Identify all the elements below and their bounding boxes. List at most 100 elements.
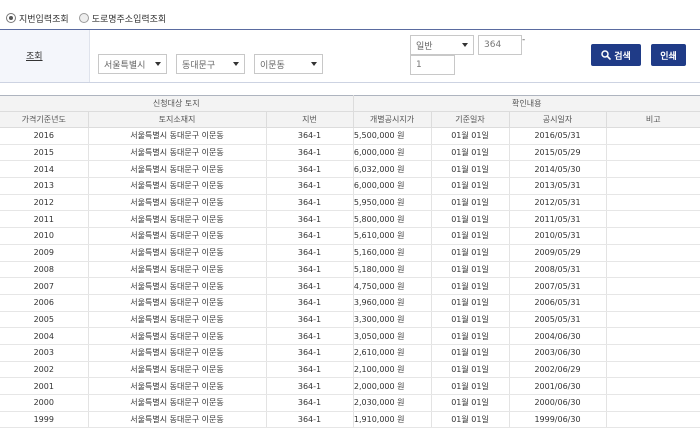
group-header-row: 신청대상 토지 확인내용	[0, 95, 700, 112]
sido-select[interactable]: 서울특별시	[98, 54, 167, 74]
cell-lot-number: 364-1	[266, 127, 354, 145]
table-row: 2006 서울특별시 동대문구 이문동 364-1 3,960,000 원 01월 01…	[0, 294, 700, 312]
result-table: 신청대상 토지 확인내용 가격기준년도 토지소재지 지번 개별공시지가 기준일자…	[0, 95, 700, 429]
cell-official-price: 2,030,000 원	[353, 394, 432, 412]
chevron-down-icon	[462, 43, 468, 47]
cell-base-date: 01월 01일	[431, 394, 510, 412]
cell-base-date: 01월 01일	[431, 160, 510, 179]
table-row: 2003 서울특별시 동대문구 이문동 364-1 2,610,000 원 01월 01…	[0, 344, 700, 362]
search-label: 조회	[26, 52, 43, 62]
cell-announce-date: 2014/05/30	[509, 160, 607, 179]
cell-lot-number: 364-1	[266, 244, 354, 262]
cell-lot-number: 364-1	[266, 411, 354, 429]
table-row: 2012 서울특별시 동대문구 이문동 364-1 5,950,000 원 01월 01…	[0, 194, 700, 212]
cell-official-price: 3,050,000 원	[353, 327, 432, 345]
radio-road-address-label[interactable]: 도로명주소입력조회	[92, 12, 167, 25]
cell-remarks	[606, 394, 700, 412]
cell-base-date: 01월 01일	[431, 244, 510, 262]
cell-remarks	[606, 194, 700, 212]
cell-remarks	[606, 144, 700, 162]
cell-base-date: 01월 01일	[431, 361, 510, 379]
cell-lot-number: 364-1	[266, 277, 354, 295]
land-type-select[interactable]: 일반	[410, 35, 474, 55]
cell-remarks	[606, 361, 700, 379]
cell-remarks	[606, 210, 700, 229]
radio-option-jibun[interactable]: 지번입력조회	[6, 12, 69, 25]
radio-jibun-label[interactable]: 지번입력조회	[19, 12, 69, 25]
cell-official-price: 2,000,000 원	[353, 377, 432, 395]
cell-announce-date: 2010/05/31	[509, 227, 607, 245]
cell-announce-date: 2011/05/31	[509, 210, 607, 229]
cell-official-price: 5,500,000 원	[353, 127, 432, 145]
cell-lot-number: 364-1	[266, 227, 354, 245]
table-row: 2011 서울특별시 동대문구 이문동 364-1 5,800,000 원 01월 01…	[0, 210, 700, 229]
cell-announce-date: 2005/05/31	[509, 311, 607, 329]
cell-year: 2002	[0, 361, 89, 379]
cell-base-date: 01월 01일	[431, 344, 510, 362]
cell-location: 서울특별시 동대문구 이문동	[88, 294, 267, 312]
cell-year: 2010	[0, 227, 89, 245]
cell-lot-number: 364-1	[266, 361, 354, 379]
cell-official-price: 4,750,000 원	[353, 277, 432, 295]
radio-option-road-address[interactable]: 도로명주소입력조회	[78, 12, 167, 25]
cell-base-date: 01월 01일	[431, 210, 510, 229]
search-button[interactable]: 검색	[591, 44, 641, 66]
cell-announce-date: 2004/06/30	[509, 327, 607, 345]
cell-remarks	[606, 377, 700, 395]
cell-announce-date: 2002/06/29	[509, 361, 607, 379]
cell-year: 2004	[0, 327, 89, 345]
cell-base-date: 01월 01일	[431, 227, 510, 245]
cell-location: 서울특별시 동대문구 이문동	[88, 311, 267, 329]
cell-base-date: 01월 01일	[431, 194, 510, 212]
bubun-input-value: 1	[416, 60, 422, 70]
radio-road-address[interactable]	[78, 13, 89, 23]
cell-base-date: 01월 01일	[431, 327, 510, 345]
cell-lot-number: 364-1	[266, 294, 354, 312]
dong-select[interactable]: 이문동	[254, 54, 323, 74]
radio-jibun[interactable]	[6, 13, 16, 23]
cell-location: 서울특별시 동대문구 이문동	[88, 127, 267, 145]
cell-year: 2013	[0, 177, 89, 195]
search-button-label: 검색	[614, 51, 631, 62]
cell-year: 2011	[0, 210, 89, 229]
sigungu-select[interactable]: 동대문구	[176, 54, 245, 74]
col-header-announce-date: 공시일자	[509, 111, 607, 128]
cell-announce-date: 2015/05/29	[509, 144, 607, 162]
col-header-official-price: 개별공시지가	[353, 111, 432, 128]
bonbun-input[interactable]: 364	[478, 35, 522, 55]
table-row: 2014 서울특별시 동대문구 이문동 364-1 6,032,000 원 01월 01…	[0, 160, 700, 179]
chevron-down-icon	[155, 62, 161, 66]
column-header-row: 가격기준년도 토지소재지 지번 개별공시지가 기준일자 공시일자 비고	[0, 111, 700, 128]
chevron-down-icon	[233, 62, 239, 66]
cell-lot-number: 364-1	[266, 377, 354, 395]
cell-location: 서울특별시 동대문구 이문동	[88, 411, 267, 429]
cell-official-price: 1,910,000 원	[353, 411, 432, 429]
cell-location: 서울특별시 동대문구 이문동	[88, 394, 267, 412]
cell-lot-number: 364-1	[266, 177, 354, 195]
col-header-lot-number: 지번	[266, 111, 354, 128]
cell-location: 서울특별시 동대문구 이문동	[88, 277, 267, 295]
cell-remarks	[606, 294, 700, 312]
cell-year: 2009	[0, 244, 89, 262]
lot-number-dash: -	[522, 35, 526, 45]
cell-remarks	[606, 311, 700, 329]
table-row: 1999 서울특별시 동대문구 이문동 364-1 1,910,000 원 01월 01…	[0, 411, 700, 429]
search-label-cell: 조회	[0, 30, 90, 82]
group-header-confirmation: 확인내용	[353, 95, 700, 112]
group-header-target-land: 신청대상 토지	[0, 95, 354, 112]
cell-base-date: 01월 01일	[431, 294, 510, 312]
cell-year: 2001	[0, 377, 89, 395]
cell-location: 서울특별시 동대문구 이문동	[88, 327, 267, 345]
cell-remarks	[606, 344, 700, 362]
cell-base-date: 01월 01일	[431, 144, 510, 162]
cell-official-price: 6,000,000 원	[353, 144, 432, 162]
bubun-input[interactable]: 1	[410, 55, 455, 75]
table-row: 2009 서울특별시 동대문구 이문동 364-1 5,160,000 원 01월 01…	[0, 244, 700, 262]
cell-location: 서울특별시 동대문구 이문동	[88, 194, 267, 212]
cell-official-price: 5,610,000 원	[353, 227, 432, 245]
cell-location: 서울특별시 동대문구 이문동	[88, 344, 267, 362]
print-button[interactable]: 인쇄	[651, 44, 686, 66]
table-row: 2000 서울특별시 동대문구 이문동 364-1 2,030,000 원 01월 01…	[0, 394, 700, 412]
cell-lot-number: 364-1	[266, 210, 354, 229]
cell-announce-date: 2009/05/29	[509, 244, 607, 262]
